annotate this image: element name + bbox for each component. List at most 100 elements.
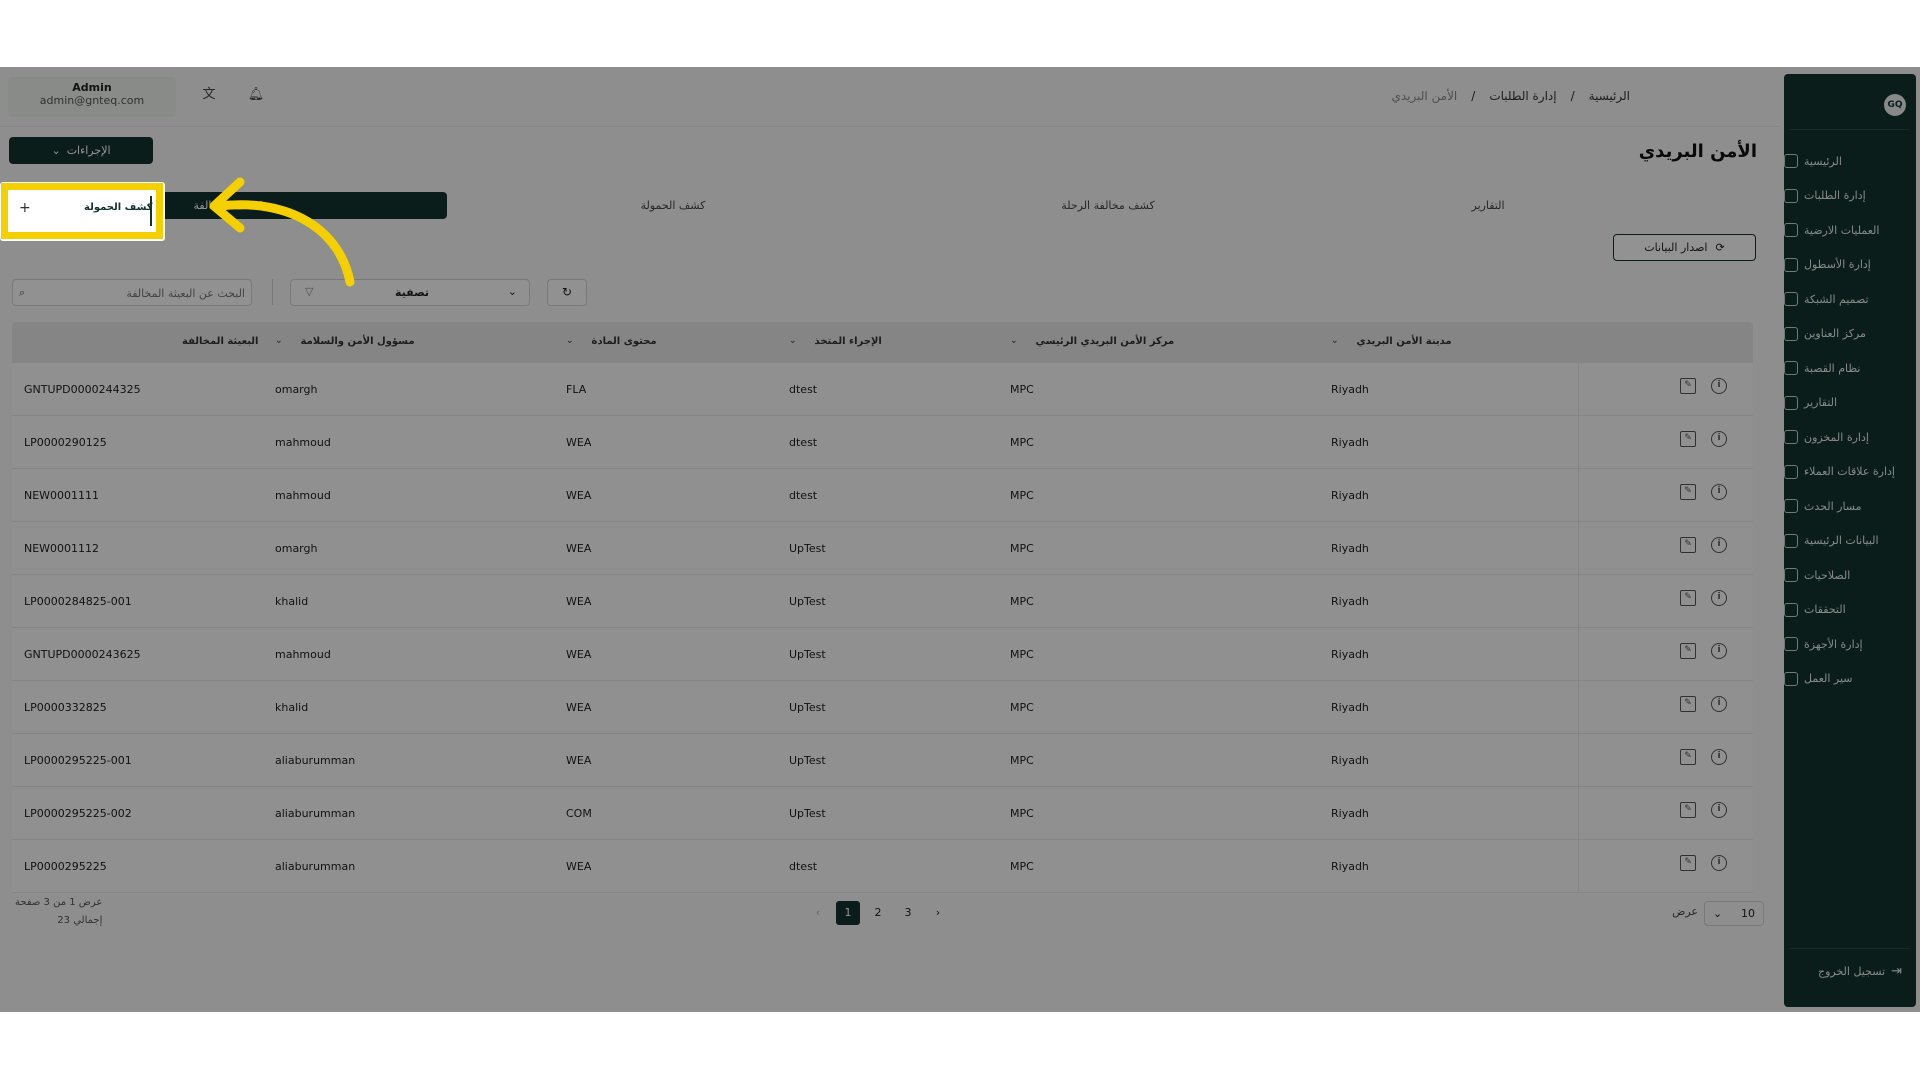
user-card[interactable]: Admin admin@gnteq.com [8, 77, 176, 117]
column-header-action-taken[interactable]: الإجراء المتخذ ⌄ [789, 336, 882, 347]
cell-shipment: NEW0001111 [24, 489, 100, 502]
prev-page-button[interactable]: ‹ [806, 901, 830, 925]
table-row[interactable]: Riyadh MPC dtest FLA omargh GNTUPD0000244325 ✎… [12, 363, 1753, 416]
sidebar-item[interactable]: مركز العناوين [1784, 317, 1916, 352]
cell-action: UpTest [789, 648, 826, 661]
cell-officer: mahmoud [275, 648, 331, 661]
column-header-content[interactable]: محتوى المادة ⌄ [566, 336, 657, 347]
column-header-city[interactable]: مدينة الأمن البريدي ⌄ [1331, 336, 1452, 347]
column-header-main-center[interactable]: مركز الأمن البريدي الرئيسي ⌄ [1010, 336, 1174, 347]
table-row[interactable]: Riyadh MPC UpTest WEA khalid LP0000284825-001… [12, 575, 1753, 628]
info-icon[interactable]: i [1711, 378, 1727, 394]
info-icon[interactable]: i [1711, 537, 1727, 553]
table-row[interactable]: Riyadh MPC UpTest WEA aliaburumman LP00002952… [12, 734, 1753, 787]
chevron-down-icon: ⌄ [51, 144, 61, 157]
info-icon[interactable]: i [1711, 643, 1727, 659]
sidebar-item[interactable]: الرئيسية [1784, 144, 1916, 179]
table-row[interactable]: Riyadh MPC UpTest WEA mahmoud GNTUPD000024362… [12, 628, 1753, 681]
table-row[interactable]: Riyadh MPC dtest WEA mahmoud NEW0001111 ✎ i [12, 469, 1753, 522]
row-actions: ✎ i [1578, 787, 1753, 840]
info-icon[interactable]: i [1711, 749, 1727, 765]
cell-main-center: MPC [1010, 701, 1034, 714]
search-field[interactable]: ⌕ [12, 279, 252, 306]
info-icon[interactable]: i [1711, 696, 1727, 712]
sidebar-item[interactable]: نظام القصبة [1784, 351, 1916, 386]
actions-button[interactable]: ⌄ الإجراءات [9, 137, 153, 164]
refresh-button[interactable]: ↻ [547, 279, 587, 306]
edit-icon[interactable]: ✎ [1680, 696, 1696, 712]
cell-main-center: MPC [1010, 436, 1034, 449]
page-info: عرض 1 من 3 صفحة [15, 897, 103, 908]
chevron-down-icon: ⌄ [507, 285, 517, 298]
breadcrumb-orders[interactable]: إدارة الطلبات [1489, 89, 1556, 103]
sidebar-item[interactable]: مسار الحدث [1784, 489, 1916, 524]
table-row[interactable]: Riyadh MPC UpTest WEA khalid LP0000332825 ✎ i [12, 681, 1753, 734]
column-header-officer[interactable]: مسؤول الأمن والسلامة ⌄ [275, 336, 415, 347]
cell-city: Riyadh [1331, 860, 1369, 873]
menu-icon [1784, 361, 1798, 376]
info-icon[interactable]: i [1711, 802, 1727, 818]
cell-shipment: LP0000295225-002 [24, 807, 132, 820]
logout-button[interactable]: تسجيل الخروج ⇥ [1818, 964, 1902, 979]
edit-icon[interactable]: ✎ [1680, 590, 1696, 606]
edit-icon[interactable]: ✎ [1680, 378, 1696, 394]
breadcrumb-home[interactable]: الرئيسية [1589, 89, 1630, 103]
cell-content: WEA [566, 754, 592, 767]
sidebar-item-label: إدارة المخزون [1804, 430, 1869, 444]
tab-trip-violation[interactable]: كشف مخالفة الرحلة [958, 192, 1258, 219]
tab-load-manifest[interactable]: كشف الحمولة [523, 192, 823, 219]
info-icon[interactable]: i [1711, 431, 1727, 447]
sidebar-item[interactable]: إدارة علاقات العملاء [1784, 455, 1916, 490]
table-row[interactable]: Riyadh MPC dtest WEA aliaburumman LP000029522… [12, 840, 1753, 893]
page-button[interactable]: 1 [836, 901, 860, 925]
cell-main-center: MPC [1010, 383, 1034, 396]
sidebar-item[interactable]: سير العمل [1784, 662, 1916, 697]
per-page-select[interactable]: ⌄ 10 [1704, 901, 1764, 926]
sidebar-item[interactable]: الصلاحيات [1784, 558, 1916, 593]
divider [1790, 948, 1910, 949]
edit-icon[interactable]: ✎ [1680, 537, 1696, 553]
search-input[interactable] [35, 284, 245, 302]
edit-icon[interactable]: ✎ [1680, 484, 1696, 500]
info-icon[interactable]: i [1711, 590, 1727, 606]
menu-icon [1784, 326, 1798, 341]
edit-icon[interactable]: ✎ [1680, 749, 1696, 765]
table-row[interactable]: Riyadh MPC UpTest WEA omargh NEW0001112 ✎ i [12, 522, 1753, 575]
sidebar-item[interactable]: البيانات الرئيسية [1784, 524, 1916, 559]
sidebar-item[interactable]: إدارة الأسطول [1784, 248, 1916, 283]
dropdown-item-load-manifest[interactable]: + كشف الحمولة [1, 183, 163, 239]
cell-content: WEA [566, 542, 592, 555]
edit-icon[interactable]: ✎ [1680, 802, 1696, 818]
translate-icon[interactable]: 文 [199, 85, 219, 105]
table-row[interactable]: Riyadh MPC dtest WEA mahmoud LP0000290125 ✎ i [12, 416, 1753, 469]
edit-icon[interactable]: ✎ [1680, 431, 1696, 447]
sidebar-item[interactable]: العمليات الارضية [1784, 213, 1916, 248]
page-button[interactable]: 3 [896, 901, 920, 925]
next-page-button[interactable]: › [926, 901, 950, 925]
sidebar-item[interactable]: التقارير [1784, 386, 1916, 421]
sidebar-item[interactable]: التحققات [1784, 593, 1916, 628]
cell-shipment: LP0000332825 [24, 701, 107, 714]
edit-icon[interactable]: ✎ [1680, 643, 1696, 659]
funnel-icon: ▽ [305, 285, 314, 298]
edit-icon[interactable]: ✎ [1680, 855, 1696, 871]
divider [150, 196, 152, 226]
cell-shipment: LP0000295225 [24, 860, 107, 873]
tab-reports[interactable]: التقارير [1338, 192, 1638, 219]
export-data-button[interactable]: اصدار البيانات ⟳ [1613, 234, 1756, 261]
cell-city: Riyadh [1331, 754, 1369, 767]
sidebar-item[interactable]: إدارة الأجهزة [1784, 627, 1916, 662]
info-icon[interactable]: i [1711, 855, 1727, 871]
filter-select[interactable]: ▽ تصفية ⌄ [290, 279, 530, 306]
sidebar-item[interactable]: إدارة المخزون [1784, 420, 1916, 455]
row-actions: ✎ i [1578, 681, 1753, 734]
cell-content: WEA [566, 436, 592, 449]
cell-content: WEA [566, 489, 592, 502]
table-row[interactable]: Riyadh MPC UpTest COM aliaburumman LP00002952… [12, 787, 1753, 840]
sidebar-item[interactable]: إدارة الطلبات [1784, 179, 1916, 214]
bell-icon[interactable]: 🔔︎ [246, 85, 266, 105]
info-icon[interactable]: i [1711, 484, 1727, 500]
column-header-shipment: البعيثة المخالفة [182, 336, 259, 347]
sidebar-item[interactable]: تصميم الشبكة [1784, 282, 1916, 317]
page-button[interactable]: 2 [866, 901, 890, 925]
